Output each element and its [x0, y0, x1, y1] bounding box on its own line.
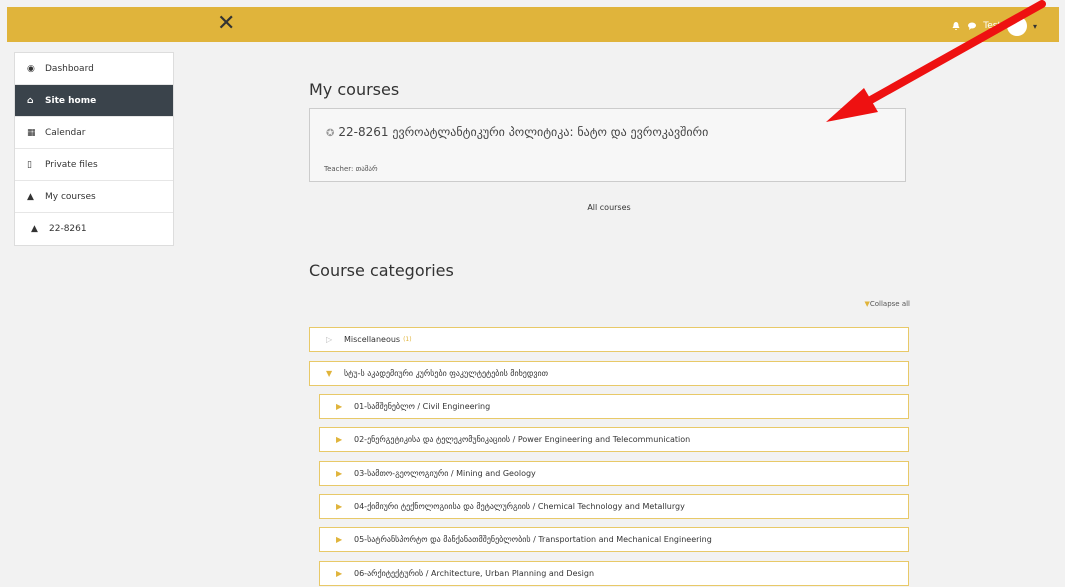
- sidebar-item-private-files[interactable]: ▯ Private files: [15, 149, 173, 181]
- dashboard-icon: ◉: [27, 63, 35, 74]
- close-drawer-icon[interactable]: ✕: [217, 11, 235, 37]
- all-courses-link[interactable]: All courses: [309, 203, 909, 212]
- caret-right-icon: ▶: [336, 402, 343, 411]
- caret-right-icon: ▶: [336, 569, 343, 578]
- course-link[interactable]: ✪ 22-8261 ევროატლანტიკური პოლიტიკა: ნატო …: [326, 125, 708, 139]
- category-row[interactable]: ▼ სტუ-ს აკადემიური კურსები ფაკულტეტების …: [309, 361, 909, 386]
- course-card: ✪ 22-8261 ევროატლანტიკური პოლიტიკა: ნატო …: [309, 108, 906, 182]
- caret-down-icon: ▼: [326, 369, 333, 378]
- course-title: 22-8261 ევროატლანტიკური პოლიტიკა: ნატო დ…: [338, 125, 709, 139]
- category-row[interactable]: ▶ 06-არქიტექტურის / Architecture, Urban …: [319, 561, 909, 586]
- caret-right-icon: ▶: [336, 469, 343, 478]
- sidebar-item-label: 22-8261: [49, 224, 87, 234]
- sidebar-item-calendar[interactable]: ▦ Calendar: [15, 117, 173, 149]
- category-count: (1): [403, 336, 412, 343]
- sidebar-item-label: Calendar: [45, 127, 86, 138]
- category-row[interactable]: ▶ 04-ქიმიური ტექნოლოგიისა და მეტალურგიის…: [319, 494, 909, 519]
- category-label: სტუ-ს აკადემიური კურსები ფაკულტეტების მი…: [344, 369, 549, 378]
- category-label: 06-არქიტექტურის / Architecture, Urban Pl…: [354, 569, 595, 578]
- category-label: 05-სატრანსპორტო და მანქანათმშენებლობის /…: [354, 535, 712, 544]
- file-icon: ▯: [27, 159, 32, 170]
- home-icon: ⌂: [27, 95, 34, 106]
- course-icon: ✪: [326, 128, 335, 139]
- course-teacher: Teacher: თამარ: [324, 165, 378, 173]
- annotation-arrow-icon: [826, 0, 1046, 122]
- category-label: Miscellaneous: [344, 335, 401, 344]
- course-categories-heading: Course categories: [309, 261, 454, 280]
- graduation-cap-icon: ▲: [27, 191, 34, 202]
- category-row[interactable]: ▶ 03-სამთო-გეოლოგიური / Mining and Geolo…: [319, 461, 909, 486]
- category-label: 01-სამშენებლო / Civil Engineering: [354, 402, 491, 411]
- collapse-all-label: Collapse all: [869, 300, 910, 308]
- category-row[interactable]: ▶ 02-ენერგეტიკისა და ტელეკომუნიკაციის / …: [319, 427, 909, 452]
- category-label: 03-სამთო-გეოლოგიური / Mining and Geology: [354, 469, 536, 478]
- graduation-cap-icon: ▲: [31, 224, 38, 234]
- sidebar-item-label: Dashboard: [45, 63, 94, 74]
- category-label: 04-ქიმიური ტექნოლოგიისა და მეტალურგიის /…: [354, 502, 685, 511]
- category-label: 02-ენერგეტიკისა და ტელეკომუნიკაციის / Po…: [354, 435, 691, 444]
- sidebar-item-label: My courses: [45, 191, 96, 202]
- sidebar-item-my-courses[interactable]: ▲ My courses: [15, 181, 173, 213]
- sidebar-item-dashboard[interactable]: ◉ Dashboard: [15, 53, 173, 85]
- calendar-icon: ▦: [27, 127, 36, 138]
- caret-right-icon: ▶: [336, 535, 343, 544]
- category-row[interactable]: ▷ Miscellaneous (1): [309, 327, 909, 352]
- my-courses-heading: My courses: [309, 80, 400, 99]
- caret-right-icon: ▶: [336, 435, 343, 444]
- sidebar-item-label: Site home: [45, 95, 97, 106]
- sidebar-item-label: Private files: [45, 159, 98, 170]
- sidebar-item-site-home[interactable]: ⌂ Site home: [15, 85, 173, 117]
- category-row[interactable]: ▶ 05-სატრანსპორტო და მანქანათმშენებლობის…: [319, 527, 909, 552]
- caret-right-icon: ▶: [336, 502, 343, 511]
- collapse-all-link[interactable]: ▼Collapse all: [864, 300, 910, 308]
- category-row[interactable]: ▶ 01-სამშენებლო / Civil Engineering: [319, 394, 909, 419]
- nav-drawer: ◉ Dashboard ⌂ Site home ▦ Calendar ▯ Pri…: [14, 52, 174, 246]
- caret-right-icon: ▷: [326, 335, 333, 344]
- sidebar-item-course-22-8261[interactable]: ▲ 22-8261: [15, 213, 173, 245]
